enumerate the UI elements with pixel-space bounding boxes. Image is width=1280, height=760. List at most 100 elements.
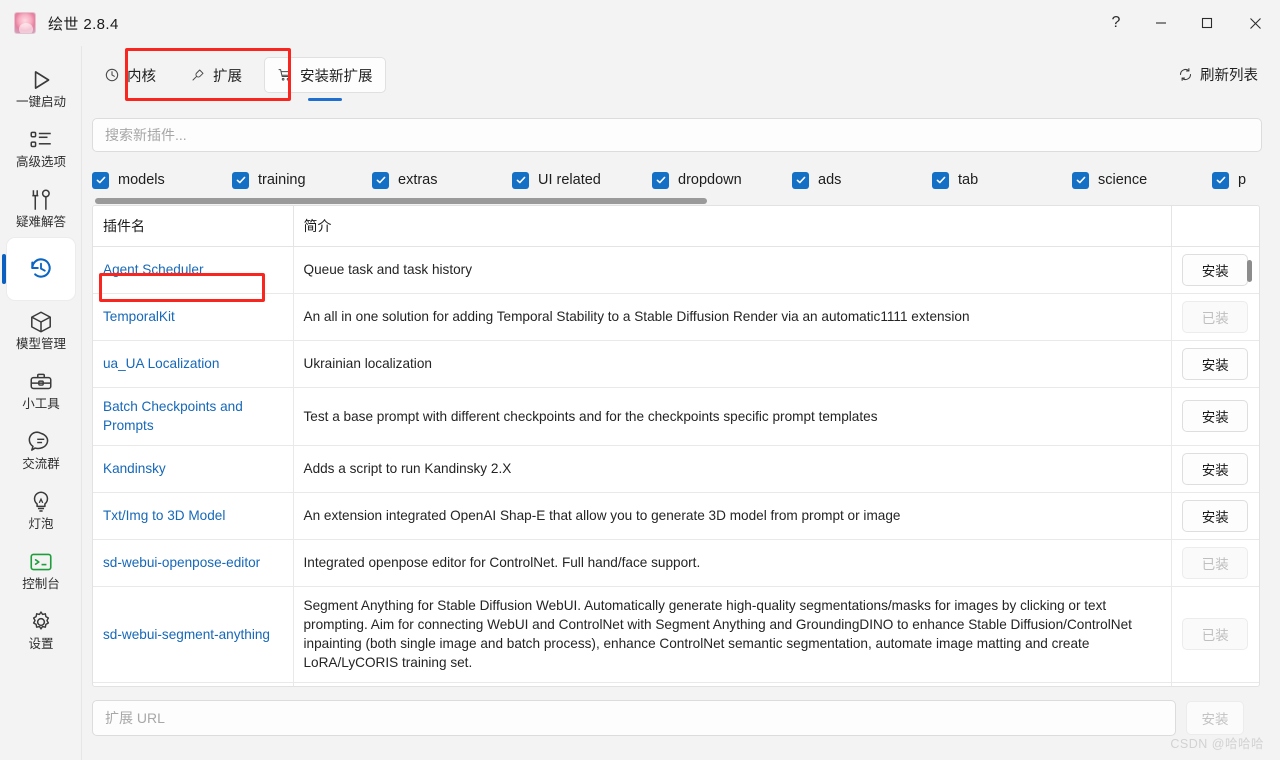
table-row: Txt/Img to 3D Model An extension integra… [93,492,1259,540]
sidebar-item-settings[interactable]: 设置 [0,600,82,660]
toolbox-icon [28,369,54,395]
filter-checkbox-models[interactable]: models [92,171,232,189]
extension-link[interactable]: TemporalKit [103,309,175,324]
refresh-icon [1178,67,1193,82]
row-name-cell: Agent Scheduler [93,246,294,294]
sidebar-item-label: 模型管理 [15,337,66,352]
install-button[interactable]: 安装 [1182,348,1249,380]
sidebar-item-history[interactable] [2,238,75,300]
tab-kernel[interactable]: 内核 [92,57,168,93]
sidebar-item-label: 控制台 [22,577,60,592]
filter-checkbox-science[interactable]: science [1072,171,1212,189]
install-button[interactable]: 安装 [1182,452,1249,485]
maximize-button[interactable] [1184,0,1230,46]
history-clock-icon [28,255,54,281]
checkbox-checked-icon [372,171,389,189]
sidebar-item-advanced[interactable]: 高级选项 [0,118,82,178]
checkbox-checked-icon [512,171,529,189]
extensions-table: 插件名 简介 Agent Scheduler Queue task and ta… [92,205,1260,687]
search-input[interactable] [105,127,1249,143]
extension-link[interactable]: sd-webui-segment-anything [103,627,270,642]
minimize-button[interactable] [1138,0,1184,46]
wrench-tools-icon [28,187,54,213]
filter-checkbox-extras[interactable]: extras [372,171,512,189]
extension-url-box[interactable] [92,700,1176,736]
extension-link[interactable]: ua_UA Localization [103,356,219,371]
filter-checkbox-dropdown[interactable]: dropdown [652,171,792,189]
checkbox-checked-icon [932,171,949,189]
row-name-cell: sd-webui-openpose-editor [93,539,294,587]
install-button[interactable]: 安装 [1182,254,1249,286]
row-desc-cell: Adds a script to run Kandinsky 2.X [293,445,1172,493]
filter-checkbox-tab[interactable]: tab [932,171,1072,189]
column-header-name: 插件名 [93,206,294,247]
extension-link[interactable]: Kandinsky [103,461,166,476]
url-install-button[interactable]: 安装 [1186,701,1244,735]
checkbox-checked-icon [1072,171,1089,189]
extension-link[interactable]: Txt/Img to 3D Model [103,508,225,523]
row-desc-cell: An all in one solution for adding Tempor… [293,293,1172,341]
scrollbar-thumb[interactable] [1247,260,1252,282]
filter-label: extras [398,172,438,188]
column-header-action [1171,206,1259,247]
row-desc-cell: An extension integrated OpenAI Shap-E th… [293,492,1172,540]
row-name-cell: sd-webui-segment-anything [93,586,294,683]
install-button[interactable]: 安装 [1182,499,1249,532]
extension-link[interactable]: Agent Scheduler [103,262,204,277]
row-desc-cell: Allow user to migrate existing workloads… [293,682,1172,686]
extension-url-input[interactable] [105,710,1163,726]
scrollbar-thumb[interactable] [95,198,707,204]
table-row: sd-webui-openpose-editor Integrated open… [93,539,1259,587]
row-name-cell: Kandinsky [93,445,294,493]
refresh-list-button[interactable]: 刷新列表 [1178,64,1258,85]
row-name-cell: Stable Diffusion AWS Extension [93,682,294,686]
table-row: Batch Checkpoints and Prompts Test a bas… [93,387,1259,446]
app-window: 绘世 2.8.4 ? 一键启动 高级选项 疑难解答 模型管理 小工具 交流群 灯… [0,0,1280,760]
terminal-icon [28,549,54,575]
search-box[interactable] [92,118,1262,152]
tab-label: 内核 [127,68,156,85]
table-vertical-scrollbar[interactable] [1246,250,1253,680]
sidebar-item-models[interactable]: 模型管理 [0,300,82,360]
sidebar-item-lightbulb[interactable]: 灯泡 [0,480,82,540]
tab-extensions[interactable]: 扩展 [178,57,254,93]
play-triangle-icon [28,67,54,93]
sidebar-item-launch[interactable]: 一键启动 [0,58,82,118]
checkbox-checked-icon [232,171,249,189]
filter-label: science [1098,172,1148,188]
filter-label: p [1238,172,1247,188]
filter-label: UI related [538,172,601,188]
sidebar-item-utilities[interactable]: 小工具 [0,360,82,420]
sidebar-item-label: 交流群 [22,457,60,472]
close-button[interactable] [1230,0,1280,46]
row-desc-cell: Queue task and task history [293,246,1172,294]
help-button[interactable]: ? [1094,0,1138,46]
app-avatar-icon [14,12,36,34]
cart-icon [277,67,293,83]
install-button[interactable]: 安装 [1182,400,1249,433]
table-row: TemporalKit An all in one solution for a… [93,293,1259,341]
table-row: Stable Diffusion AWS Extension Allow use… [93,682,1259,686]
sidebar-item-label: 疑难解答 [15,215,66,230]
tab-label: 安装新扩展 [300,68,373,85]
sidebar-item-troubleshoot[interactable]: 疑难解答 [0,178,82,238]
sidebar-item-label: 高级选项 [15,155,66,170]
extension-link[interactable]: Batch Checkpoints and Prompts [103,399,243,433]
tab-label: 扩展 [213,68,242,85]
filter-checkbox-p[interactable]: p [1212,171,1280,189]
extension-link[interactable]: sd-webui-openpose-editor [103,555,260,570]
filter-checkbox-training[interactable]: training [232,171,372,189]
filter-label: training [258,172,306,188]
filter-label: models [118,172,165,188]
filter-checkbox-ads[interactable]: ads [792,171,932,189]
filters-horizontal-scrollbar[interactable] [92,197,1277,205]
tab-install-new-extension[interactable]: 安装新扩展 [264,57,386,93]
extension-url-row: 安装 [92,698,1280,738]
sidebar-item-community[interactable]: 交流群 [0,420,82,480]
watermark: CSDN @哈哈哈 [1170,737,1264,751]
sidebar-item-console[interactable]: 控制台 [0,540,82,600]
row-name-cell: Batch Checkpoints and Prompts [93,387,294,446]
table-row: Agent Scheduler Queue task and task hist… [93,246,1259,294]
filter-checkbox-ui-related[interactable]: UI related [512,171,652,189]
tab-strip: 内核 扩展 安装新扩展 刷新列表 [82,46,1280,104]
